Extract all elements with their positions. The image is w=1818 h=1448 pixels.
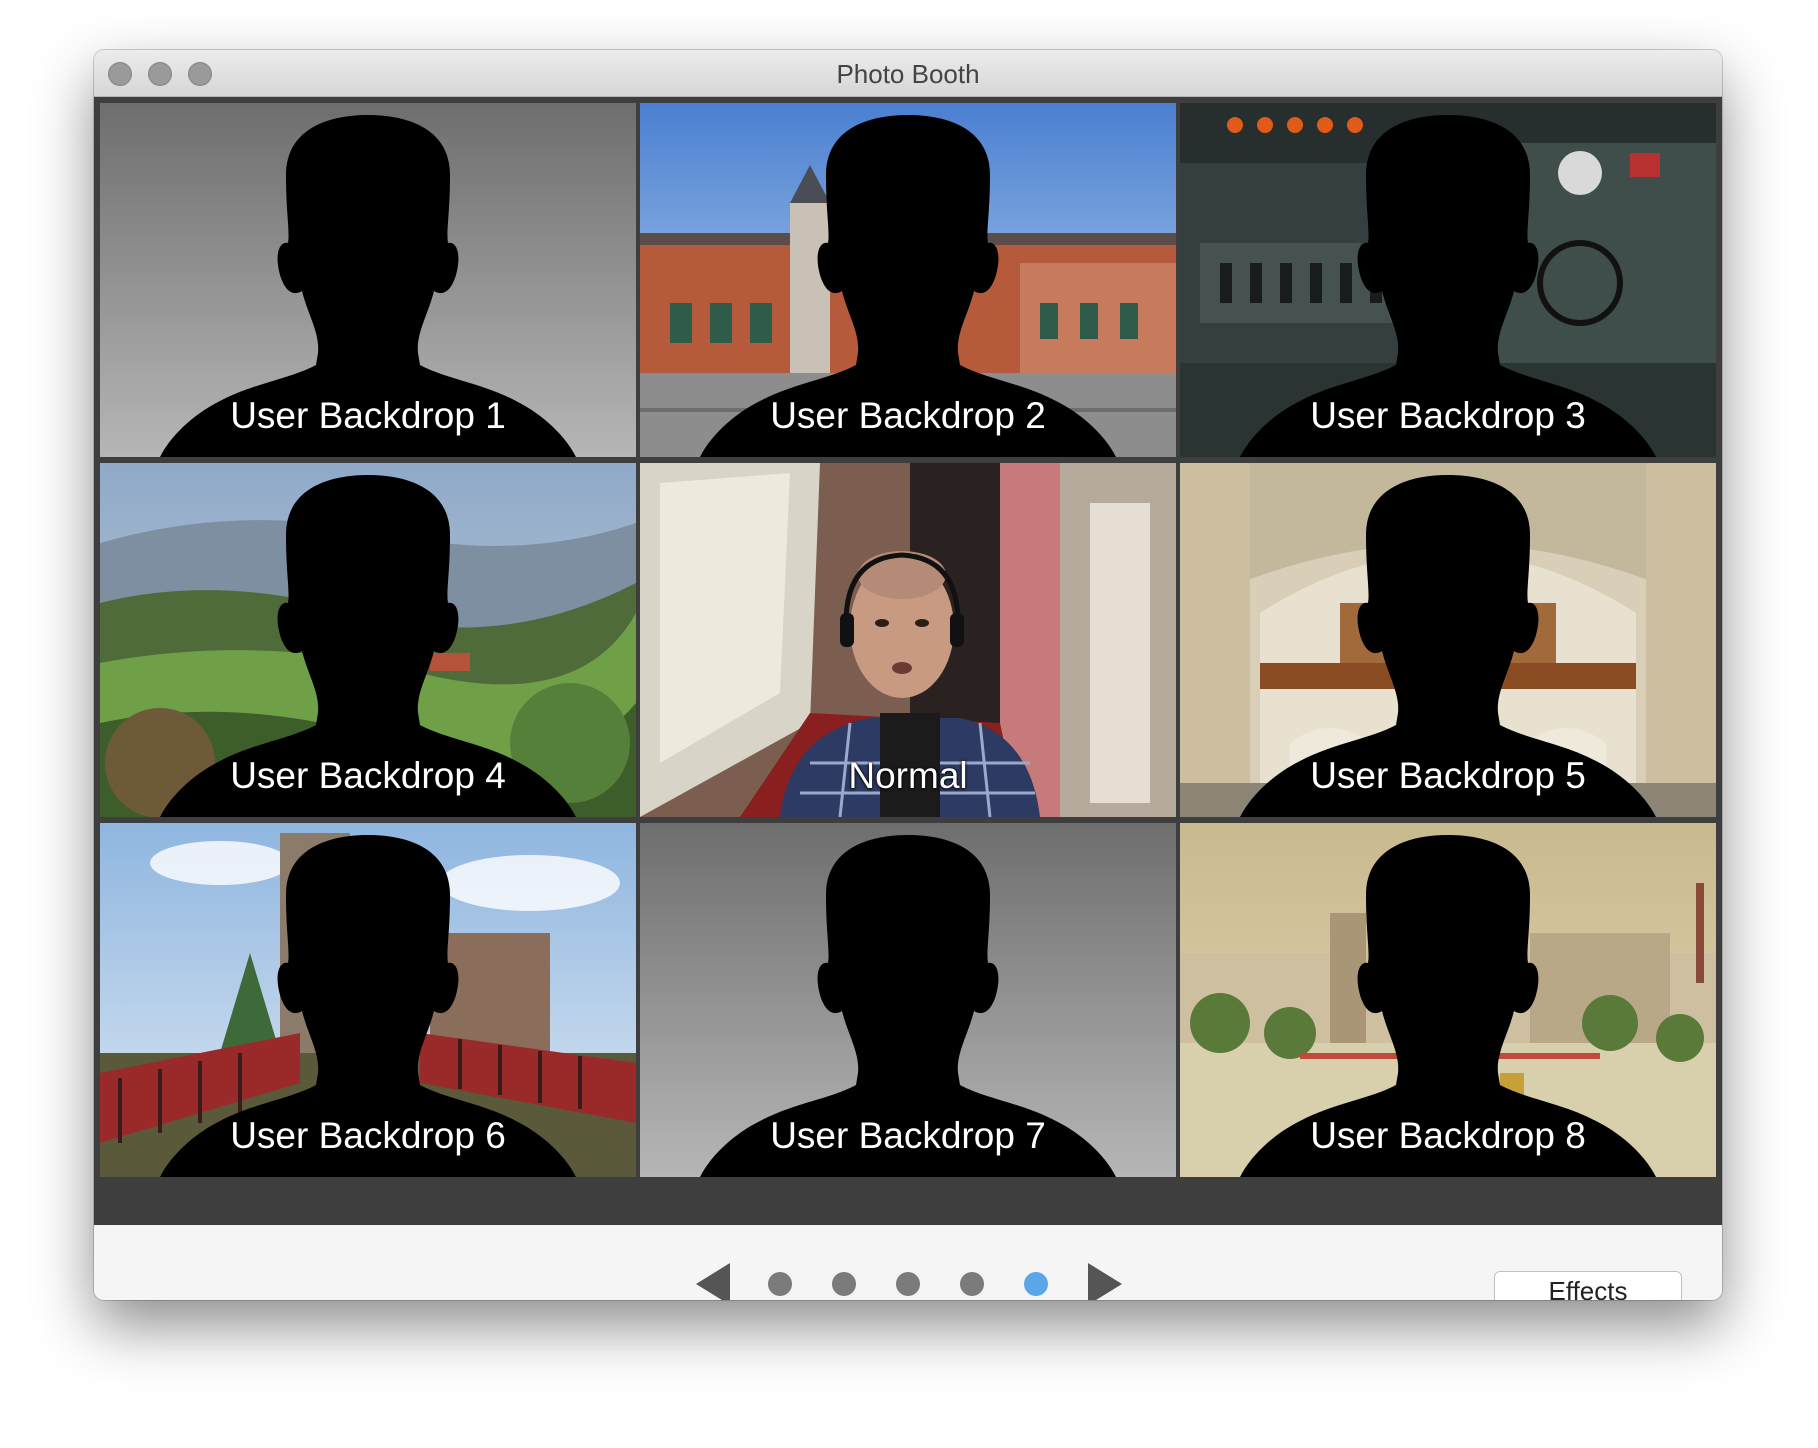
effects-button[interactable]: Effects <box>1494 1271 1682 1300</box>
tile-label: User Backdrop 6 <box>230 1115 506 1156</box>
effect-tile-user-backdrop-5[interactable]: User Backdrop 5 <box>1180 463 1716 817</box>
tile-label: User Backdrop 3 <box>1310 395 1586 436</box>
effect-tile-user-backdrop-6[interactable]: User Backdrop 6 <box>100 823 636 1177</box>
tile-label: User Backdrop 5 <box>1310 755 1586 796</box>
tile-label: User Backdrop 7 <box>770 1115 1046 1156</box>
effect-tile-user-backdrop-3[interactable]: User Backdrop 3 <box>1180 103 1716 457</box>
effect-tile-user-backdrop-1[interactable]: User Backdrop 1 <box>100 103 636 457</box>
tile-label: User Backdrop 4 <box>230 755 506 796</box>
effect-tile-user-backdrop-2[interactable]: User Backdrop 2 <box>640 103 1176 457</box>
triangle-right-icon[interactable] <box>1088 1263 1122 1300</box>
effect-tile-user-backdrop-7[interactable]: User Backdrop 7 <box>640 823 1176 1177</box>
tile-label: User Backdrop 2 <box>770 395 1046 436</box>
tile-label: Normal <box>848 755 968 796</box>
footer-toolbar: Effects <box>94 1225 1722 1300</box>
title-bar[interactable]: Photo Booth <box>94 50 1722 97</box>
photo-booth-window: Photo Booth User Backdrop 1 User Backdro… <box>94 50 1722 1300</box>
effect-tile-normal[interactable]: Normal <box>640 463 1176 817</box>
triangle-left-icon[interactable] <box>696 1263 730 1300</box>
page-dot-5[interactable] <box>1024 1272 1048 1296</box>
effects-grid: User Backdrop 1 User Backdrop 2 User Bac… <box>94 97 1722 1225</box>
page-dot-3[interactable] <box>896 1272 920 1296</box>
page-dot-1[interactable] <box>768 1272 792 1296</box>
tile-label: User Backdrop 8 <box>1310 1115 1586 1156</box>
tile-label: User Backdrop 1 <box>230 395 506 436</box>
page-dot-2[interactable] <box>832 1272 856 1296</box>
effect-tile-user-backdrop-4[interactable]: User Backdrop 4 <box>100 463 636 817</box>
window-title: Photo Booth <box>836 59 980 89</box>
page-dot-4[interactable] <box>960 1272 984 1296</box>
effect-tile-user-backdrop-8[interactable]: User Backdrop 8 <box>1180 823 1716 1177</box>
